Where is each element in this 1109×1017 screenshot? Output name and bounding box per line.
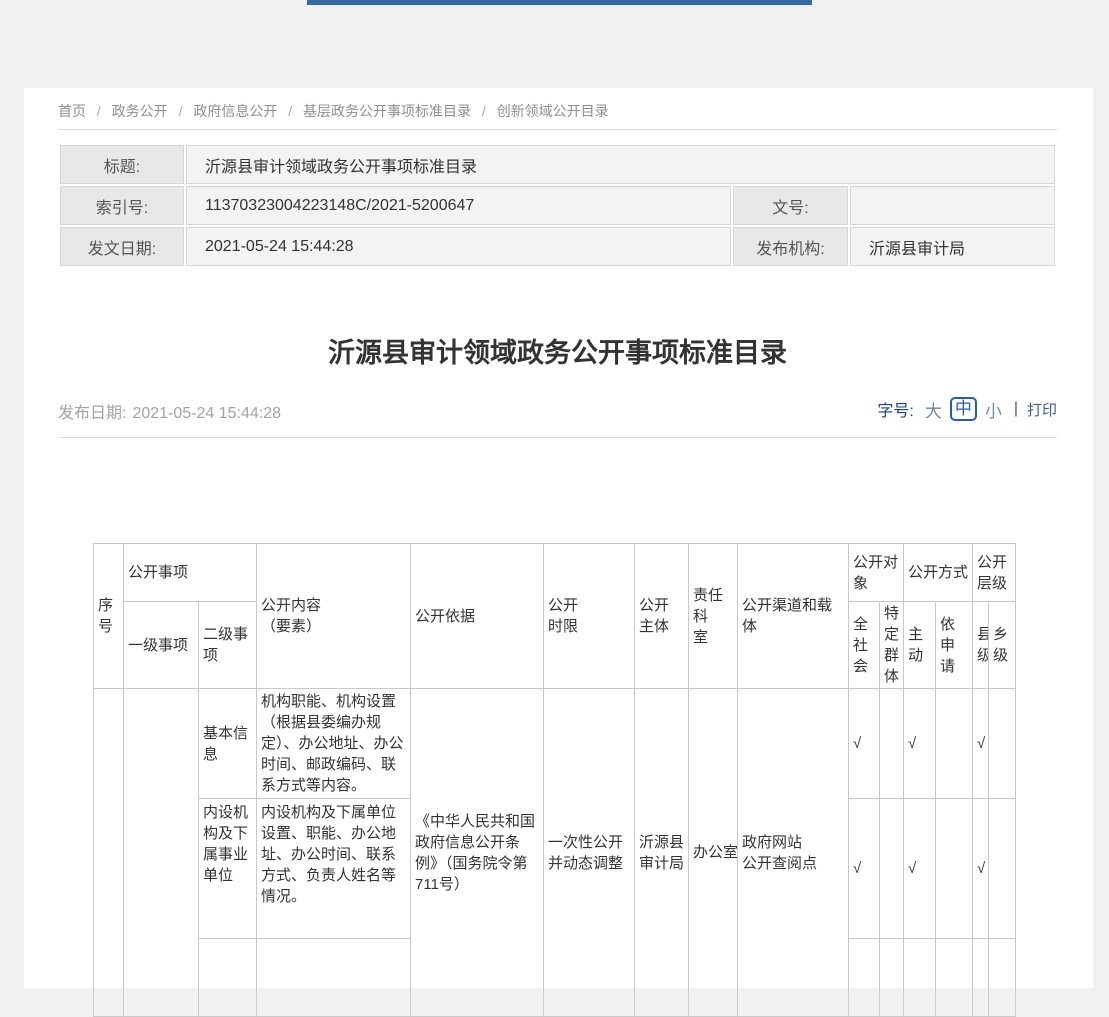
header-quanshehui: 全社 会 — [849, 602, 880, 689]
breadcrumb-home[interactable]: 首页 — [58, 103, 86, 119]
cell-zhuti: 沂源县审计局 — [635, 689, 689, 1017]
breadcrumb: 首页 / 政务公开 / 政府信息公开 / 基层政务公开事项标准目录 / 创新领域… — [58, 101, 609, 121]
header-duixiang: 公开对 象 — [849, 544, 904, 602]
breadcrumb-separator: / — [288, 103, 292, 119]
meta-date-label: 发文日期: — [60, 227, 184, 266]
check-xianji: √ — [973, 799, 989, 939]
check-xianji: √ — [973, 689, 989, 799]
cell-neirong: 内设机构及下属单位设置、职能、办公地址、办公时间、联系方式、负责人姓名等情况。 — [257, 799, 411, 939]
meta-index-value: 11370323004223148C/2021-5200647 — [186, 186, 731, 225]
content-panel: 首页 / 政务公开 / 政府信息公开 / 基层政务公开事项标准目录 / 创新领域… — [24, 88, 1093, 988]
check-xiangji — [989, 689, 1016, 799]
breadcrumb-chuangxin[interactable]: 创新领域公开目录 — [497, 103, 609, 119]
publish-date-value: 2021-05-24 15:44:28 — [132, 405, 281, 422]
header-yiji: 一级事项 — [124, 602, 199, 689]
meta-row-title: 标题: 沂源县审计领域政务公开事项标准目录 — [60, 145, 1055, 184]
meta-agency-label: 发布机构: — [733, 227, 848, 266]
check-quanshehui: √ — [849, 689, 880, 799]
meta-date-value: 2021-05-24 15:44:28 — [186, 227, 731, 266]
check-zhudong: √ — [904, 689, 936, 799]
header-cengji: 公开 层级 — [973, 544, 1016, 602]
check-teding — [880, 939, 904, 1017]
cell-shixian: 一次性公开并动态调整 — [544, 689, 635, 1017]
cell-qudao: 政府网站 公开查阅点 — [738, 689, 849, 1017]
meta-row-date: 发文日期: 2021-05-24 15:44:28 发布机构: 沂源县审计局 — [60, 227, 1055, 266]
header-teding: 特 定 群 体 — [880, 602, 904, 689]
header-xuhao: 序 号 — [94, 544, 124, 689]
header-gongkai-shixiang: 公开事项 — [124, 544, 257, 602]
meta-docnum-label: 文号: — [733, 186, 848, 225]
print-button[interactable]: 打印 — [1027, 399, 1057, 420]
check-xiangji — [989, 799, 1016, 939]
table-row: 基本信息 机构职能、机构设置（根据县委编办规定）、办公地址、办公时间、邮政编码、… — [94, 689, 1016, 799]
check-xianji — [973, 939, 989, 1017]
meta-row-index: 索引号: 11370323004223148C/2021-5200647 文号: — [60, 186, 1055, 225]
header-xiangji: 乡 级 — [989, 602, 1016, 689]
check-zhudong — [904, 939, 936, 1017]
meta-agency-value: 沂源县审计局 — [850, 227, 1055, 266]
check-teding — [880, 689, 904, 799]
cell-erji — [199, 939, 257, 1017]
check-yishenqing — [936, 799, 973, 939]
check-quanshehui — [849, 939, 880, 1017]
cell-keshi: 办公室 — [689, 689, 738, 1017]
check-yishenqing — [936, 689, 973, 799]
breadcrumb-separator: / — [482, 103, 486, 119]
disclosure-standards-table: 序 号 公开事项 公开内容 （要素） 公开依据 公开 时限 公开 主体 责任科 … — [93, 543, 1016, 1017]
publish-date-label: 发布日期: — [58, 405, 126, 422]
meta-index-label: 索引号: — [60, 186, 184, 225]
font-size-label: 字号: — [877, 397, 913, 421]
meta-docnum-value — [850, 186, 1055, 225]
cell-neirong: 机构职能、机构设置（根据县委编办规定）、办公地址、办公时间、邮政编码、联系方式等… — [257, 689, 411, 799]
check-teding — [880, 799, 904, 939]
breadcrumb-xinxi[interactable]: 政府信息公开 — [193, 103, 277, 119]
header-fangshi: 公开方式 — [904, 544, 973, 602]
cell-neirong — [257, 939, 411, 1017]
header-zhuti: 公开 主体 — [635, 544, 689, 689]
page-title: 沂源县审计领域政务公开事项标准目录 — [58, 331, 1057, 370]
breadcrumb-separator: / — [97, 103, 101, 119]
check-yishenqing — [936, 939, 973, 1017]
font-size-small-button[interactable]: 小 — [985, 397, 1002, 422]
meta-title-label: 标题: — [60, 145, 184, 184]
publish-date: 发布日期: 2021-05-24 15:44:28 — [58, 399, 281, 423]
font-size-large-button[interactable]: 大 — [925, 397, 942, 422]
header-keshi: 责任科 室 — [689, 544, 738, 689]
controls-separator: | — [1014, 400, 1018, 418]
font-size-medium-button[interactable]: 中 — [950, 397, 977, 421]
check-xiangji — [989, 939, 1016, 1017]
document-meta-table: 标题: 沂源县审计领域政务公开事项标准目录 索引号: 1137032300422… — [58, 143, 1057, 268]
publish-info-row: 发布日期: 2021-05-24 15:44:28 字号: 大 中 小 | 打印 — [58, 396, 1057, 422]
header-xianji: 县 级 — [973, 602, 989, 689]
cell-yiji — [124, 689, 199, 1017]
table-header-row-1: 序 号 公开事项 公开内容 （要素） 公开依据 公开 时限 公开 主体 责任科 … — [94, 544, 1016, 602]
article-divider — [58, 437, 1057, 438]
font-size-controls: 字号: 大 中 小 | 打印 — [877, 396, 1057, 422]
header-yiju: 公开依据 — [411, 544, 544, 689]
check-quanshehui: √ — [849, 799, 880, 939]
header-erji: 二级事 项 — [199, 602, 257, 689]
breadcrumb-divider — [58, 129, 1057, 130]
breadcrumb-jiceng[interactable]: 基层政务公开事项标准目录 — [303, 103, 471, 119]
cell-yiju: 《中华人民共和国政府信息公开条例》（国务院令第711号） — [411, 689, 544, 1017]
breadcrumb-zhengwu[interactable]: 政务公开 — [112, 103, 168, 119]
header-qudao: 公开渠道和载 体 — [738, 544, 849, 689]
breadcrumb-separator: / — [179, 103, 183, 119]
header-zhudong: 主 动 — [904, 602, 936, 689]
cell-erji: 基本信息 — [199, 689, 257, 799]
meta-title-value: 沂源县审计领域政务公开事项标准目录 — [186, 145, 1055, 184]
cell-erji: 内设机构及下属事业单位 — [199, 799, 257, 939]
header-neirong: 公开内容 （要素） — [257, 544, 411, 689]
check-zhudong: √ — [904, 799, 936, 939]
header-shixian: 公开 时限 — [544, 544, 635, 689]
header-yishenqing: 依申 请 — [936, 602, 973, 689]
cell-xuhao — [94, 689, 124, 1017]
top-nav-accent-bar — [307, 0, 812, 5]
